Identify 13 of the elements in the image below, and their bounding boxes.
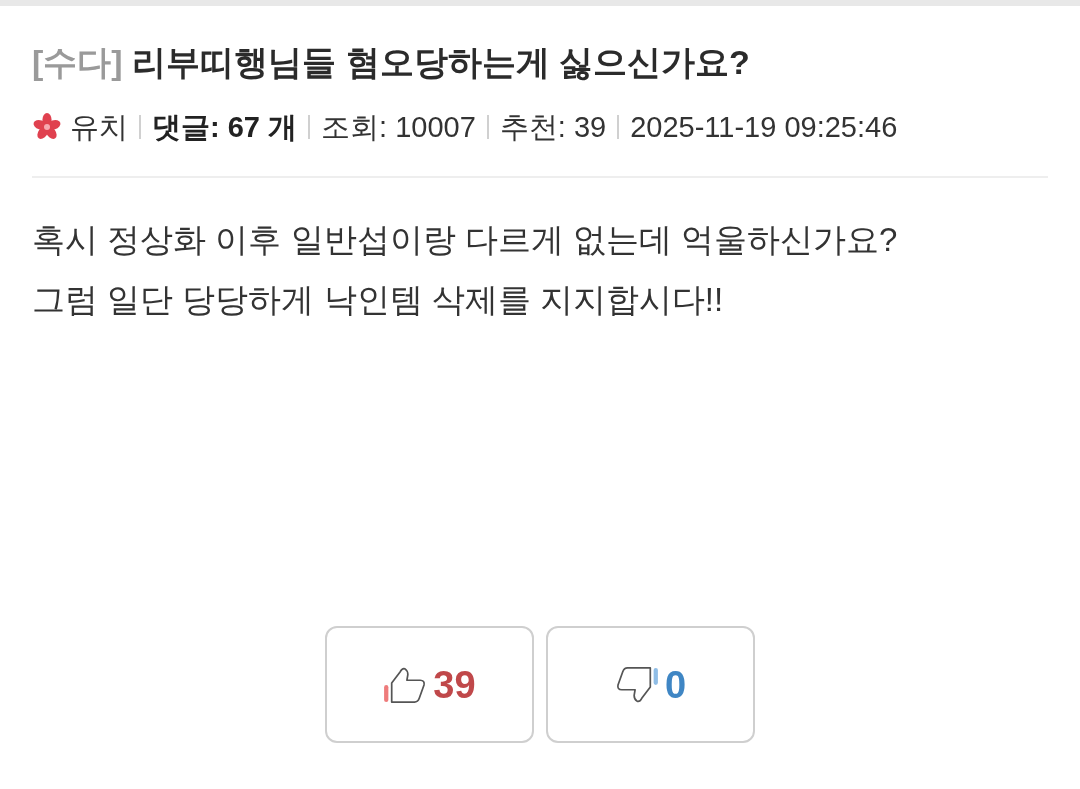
author-name[interactable]: 유치 (70, 109, 128, 145)
comment-count: 댓글: 67 개 (152, 110, 298, 145)
flower-icon (32, 112, 62, 142)
post-stat: 추천: 39 (499, 110, 607, 145)
like-button[interactable]: 39 (325, 626, 534, 743)
post-stat: 2025-11-19 09:25:46 (630, 110, 898, 145)
post-title: [수다] 리부띠행님들 혐오당하는게 싫으신가요? (32, 42, 751, 83)
post-text: 혹시 정상화 이후 일반섭이랑 다르게 없는데 억울하신가요? (32, 220, 899, 260)
post-stat: 조회: 10007 (321, 110, 476, 145)
thumbs-down-icon (614, 665, 659, 704)
post-text: 그럼 일단 당당하게 낙인템 삭제를 지지합시다!! (32, 280, 725, 320)
thumbs-up-icon (383, 665, 428, 704)
dislike-button[interactable]: 0 (546, 626, 755, 743)
